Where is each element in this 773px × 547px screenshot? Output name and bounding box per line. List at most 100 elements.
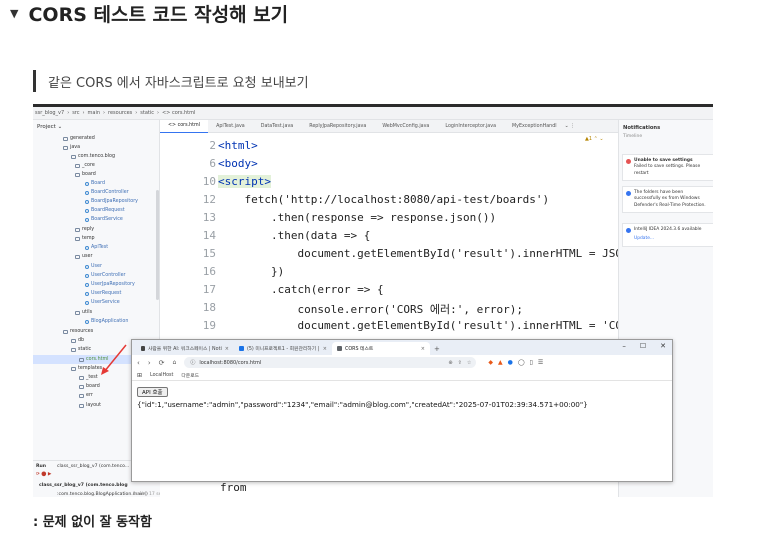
tree-item[interactable]: BoardController: [85, 188, 129, 197]
tree-item[interactable]: UserService: [85, 298, 120, 307]
editor-tab[interactable]: WebMvcConfig.java: [374, 120, 437, 133]
sidebar-icon[interactable]: ▯: [530, 359, 533, 366]
close-tab-icon[interactable]: ×: [421, 346, 425, 352]
zoom-icon[interactable]: ⊕: [448, 360, 452, 366]
tree-item[interactable]: UserRequest: [85, 289, 121, 298]
back-icon[interactable]: ‹: [137, 359, 140, 367]
close-tab-icon[interactable]: ×: [323, 346, 327, 352]
breadcrumb-item[interactable]: src: [72, 110, 79, 116]
tree-item[interactable]: reply: [75, 225, 94, 234]
site-info-icon[interactable]: ⓘ: [190, 359, 195, 366]
minimize-icon[interactable]: –: [622, 342, 626, 350]
new-tab-button[interactable]: +: [430, 345, 446, 355]
code-line[interactable]: document.getElementById('result').innerH…: [218, 247, 618, 260]
breadcrumb-item[interactable]: static: [140, 110, 154, 116]
tree-item[interactable]: _test: [79, 373, 98, 382]
tree-item[interactable]: BoardService: [85, 215, 123, 224]
run-config[interactable]: class_ssr_blog_v7 (com.tenco...: [57, 464, 129, 469]
code-line[interactable]: document.getElementById('result').innerH…: [218, 319, 618, 332]
close-tab-icon[interactable]: ×: [225, 346, 229, 352]
maximize-icon[interactable]: ☐: [640, 342, 646, 350]
tree-item[interactable]: Board: [85, 179, 105, 188]
breadcrumb-item[interactable]: ssr_blog_v7: [35, 110, 64, 116]
tree-item[interactable]: BoardRequest: [85, 206, 125, 215]
tree-item[interactable]: _core: [75, 161, 95, 170]
editor-tab[interactable]: LoginInterceptor.java: [437, 120, 504, 133]
line-number: 13: [202, 211, 216, 224]
tree-item[interactable]: temp: [75, 234, 95, 243]
api-call-button[interactable]: API 호출: [137, 387, 168, 397]
tabs-overflow-icon[interactable]: ⌄ ⋮: [565, 124, 575, 129]
brave-shield-icon[interactable]: ◆: [488, 359, 493, 366]
breadcrumb-item[interactable]: main: [88, 110, 101, 116]
tree-item[interactable]: generated: [63, 134, 95, 143]
star-icon[interactable]: ☆: [467, 360, 471, 366]
tree-item[interactable]: templates: [71, 364, 102, 373]
menu-icon[interactable]: ☰: [538, 359, 543, 366]
run-toolbar-icons[interactable]: ⟳ ⬤ ▶: [36, 472, 51, 477]
home-icon[interactable]: ⌂: [173, 359, 177, 366]
code-line[interactable]: .then(response => response.json()): [218, 211, 496, 224]
collapse-toggle-icon[interactable]: ▼: [10, 7, 18, 20]
browser-tab[interactable]: 사람을 위한 AI: 워크스페이스 | Noti ×: [136, 342, 234, 355]
browser-tab[interactable]: (5) 미니프로젝트1 - 회원관리하기 | ×: [234, 342, 332, 355]
browser-tab[interactable]: CORS 테스트 ×: [332, 342, 430, 355]
editor-tab[interactable]: ApiTest.java: [208, 120, 253, 133]
editor-tab[interactable]: DataTest.java: [253, 120, 301, 133]
code-line[interactable]: fetch('http://localhost:8080/api-test/bo…: [218, 193, 549, 206]
notification-card[interactable]: IntelliJ IDEA 2024.3.6 available Update..…: [622, 223, 713, 247]
tree-item[interactable]: utils: [75, 308, 92, 317]
update-link[interactable]: Update...: [634, 236, 710, 242]
page-content: API 호출 {"id":1,"username":"admin","passw…: [132, 381, 672, 481]
bookmark-item[interactable]: LocalHost: [150, 373, 173, 378]
breadcrumb-item[interactable]: <> cors.html: [162, 110, 195, 116]
editor-tab[interactable]: <> cors.html: [160, 119, 209, 133]
editor-tab[interactable]: ReplyJpaRepository.java: [301, 120, 374, 133]
share-icon[interactable]: ⇪: [458, 360, 462, 366]
url-field[interactable]: ⓘ localhost:8080/cors.html ⊕ ⇪ ☆: [184, 357, 477, 368]
code-line[interactable]: console.error('CORS 에러:', error);: [218, 301, 523, 317]
notification-card[interactable]: The folders have been successfully ex fr…: [622, 186, 713, 214]
reload-icon[interactable]: ⟳: [159, 359, 165, 367]
project-scrollbar[interactable]: [156, 190, 159, 300]
tree-item[interactable]: ApiTest: [85, 243, 108, 252]
tree-item[interactable]: user: [75, 252, 92, 261]
extension-icon[interactable]: ●: [508, 359, 513, 366]
tree-item[interactable]: com.tenco.blog: [71, 152, 115, 161]
code-line[interactable]: .catch(error => {: [218, 283, 384, 296]
tree-item[interactable]: UserController: [85, 271, 126, 280]
folder-icon: [75, 236, 80, 241]
tree-item[interactable]: java: [63, 143, 80, 152]
code-line[interactable]: <script>: [218, 175, 271, 188]
code-line[interactable]: }): [218, 265, 284, 278]
bookmark-item[interactable]: 다운로드: [181, 372, 199, 379]
tree-item[interactable]: err: [79, 391, 93, 400]
tree-item[interactable]: static: [71, 345, 91, 354]
tree-item[interactable]: BlogApplication: [85, 317, 128, 326]
tree-item[interactable]: layout: [79, 401, 101, 410]
tree-item[interactable]: resources: [63, 327, 93, 336]
code-line[interactable]: <html>: [218, 139, 258, 152]
code-line[interactable]: .then(data => {: [218, 229, 370, 242]
tree-item[interactable]: db: [71, 336, 84, 345]
editor-tab[interactable]: MyExceptionHandl: [504, 120, 565, 133]
tree-item[interactable]: board: [75, 170, 96, 179]
tree-item[interactable]: BoardJpaRepository: [85, 197, 138, 206]
class-icon: [85, 217, 89, 222]
apps-icon[interactable]: ⊞: [137, 372, 142, 379]
rewards-icon[interactable]: ▲: [498, 359, 503, 366]
run-item[interactable]: class_ssr_blog_v7 (com.tenco.blog: [39, 483, 128, 488]
close-icon[interactable]: ✕: [660, 342, 666, 350]
notification-card[interactable]: Unable to save settings Failed to save se…: [622, 154, 713, 182]
tree-item[interactable]: board: [79, 382, 100, 391]
class-icon: [85, 300, 89, 305]
run-label[interactable]: Run: [36, 464, 46, 469]
code-line[interactable]: from: [220, 481, 247, 494]
forward-icon[interactable]: ›: [148, 359, 151, 367]
tree-item[interactable]: UserJpaRepository: [85, 280, 135, 289]
code-line[interactable]: <body>: [218, 157, 258, 170]
profile-icon[interactable]: ◯: [518, 359, 525, 366]
project-panel-header[interactable]: Project ⌄: [33, 120, 159, 134]
breadcrumb-item[interactable]: resources: [108, 110, 132, 116]
tree-item[interactable]: User: [85, 262, 102, 271]
